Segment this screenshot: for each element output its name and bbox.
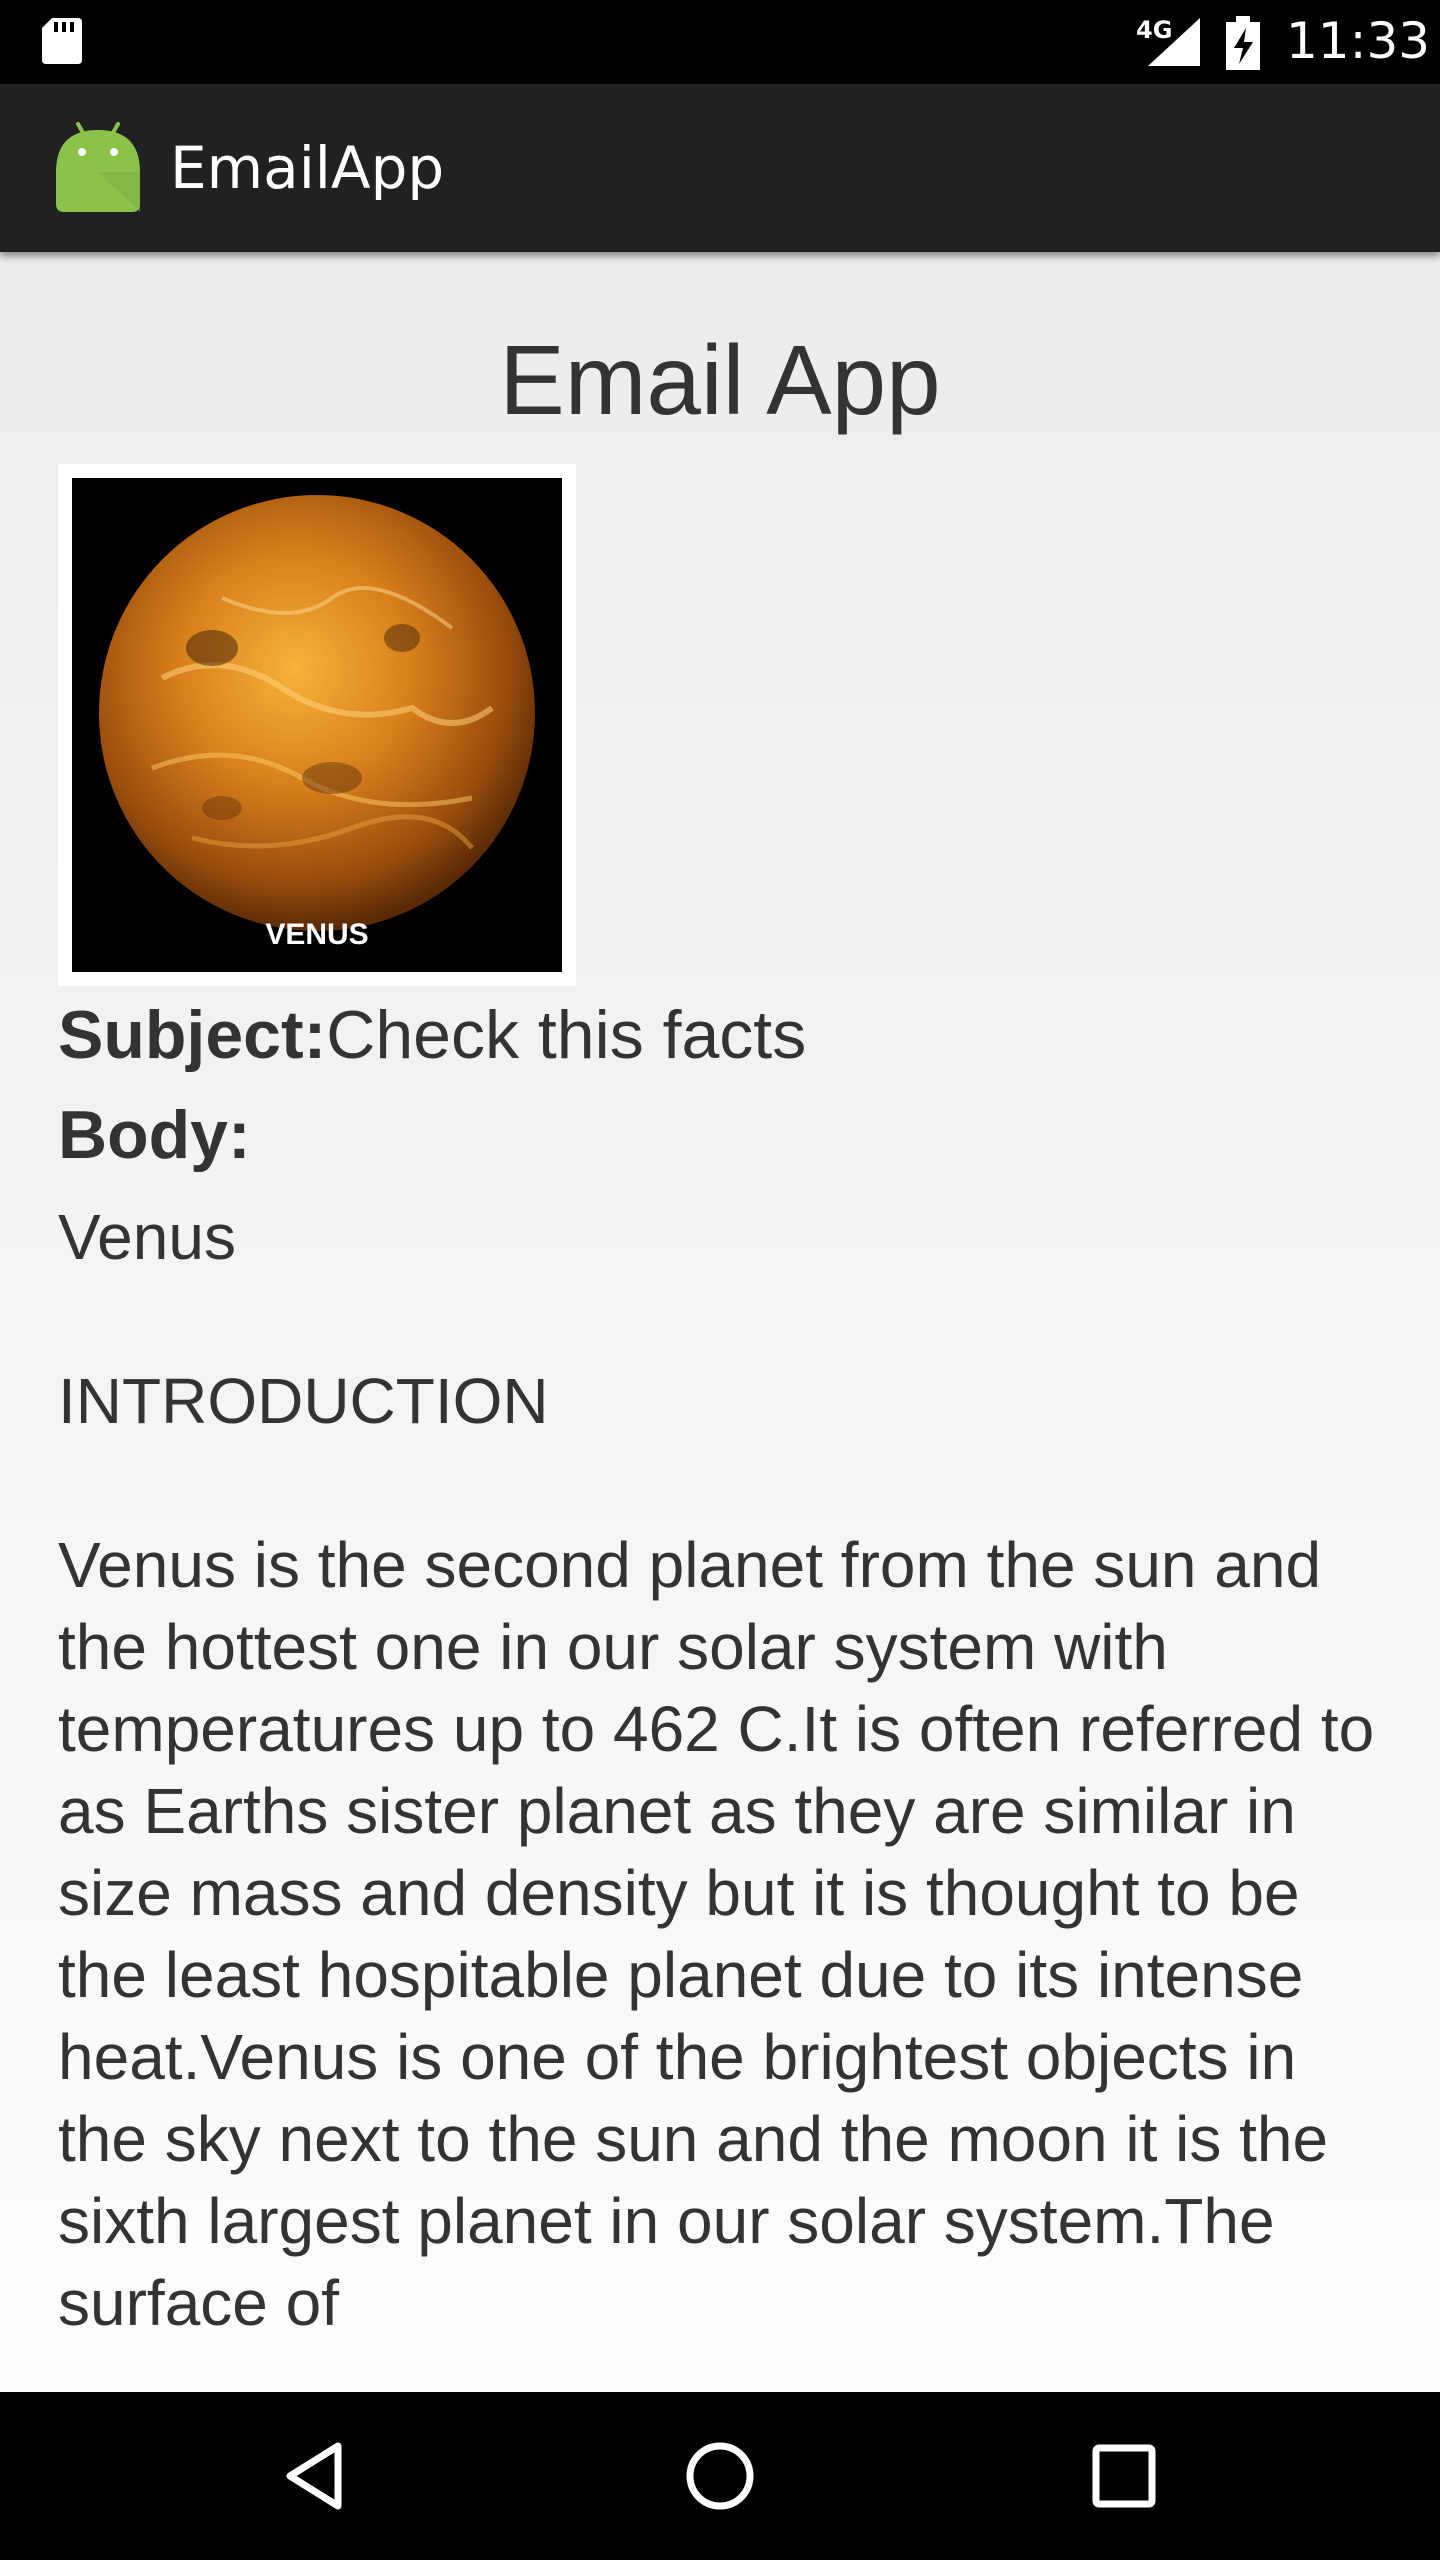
recents-icon[interactable] bbox=[1084, 2436, 1164, 2516]
email-content[interactable]: Email App VENUS Subject:Check this facts… bbox=[0, 252, 1440, 2392]
subject-row: Subject:Check this facts bbox=[58, 996, 806, 1074]
venus-image-frame: VENUS bbox=[58, 464, 576, 986]
image-caption: VENUS bbox=[265, 918, 369, 951]
app-bar: EmailApp bbox=[0, 84, 1440, 252]
status-bar: 4G 11:33 bbox=[0, 0, 1440, 84]
home-icon[interactable] bbox=[680, 2436, 760, 2516]
sd-card-icon bbox=[42, 18, 82, 64]
battery-charging-icon bbox=[1226, 16, 1260, 70]
navigation-bar bbox=[0, 2392, 1440, 2560]
signal-icon bbox=[1148, 18, 1200, 66]
subject-value: Check this facts bbox=[326, 997, 807, 1073]
subject-label: Subject: bbox=[58, 997, 327, 1073]
status-clock: 11:33 bbox=[1286, 12, 1431, 70]
body-label: Body: bbox=[58, 1097, 251, 1173]
app-title: EmailApp bbox=[170, 134, 445, 202]
back-icon[interactable] bbox=[276, 2436, 356, 2516]
venus-planet-image bbox=[72, 478, 562, 972]
body-text: Venus INTRODUCTION Venus is the second p… bbox=[58, 1201, 1375, 2339]
page-heading: Email App bbox=[499, 325, 941, 435]
android-logo-icon bbox=[56, 122, 140, 212]
